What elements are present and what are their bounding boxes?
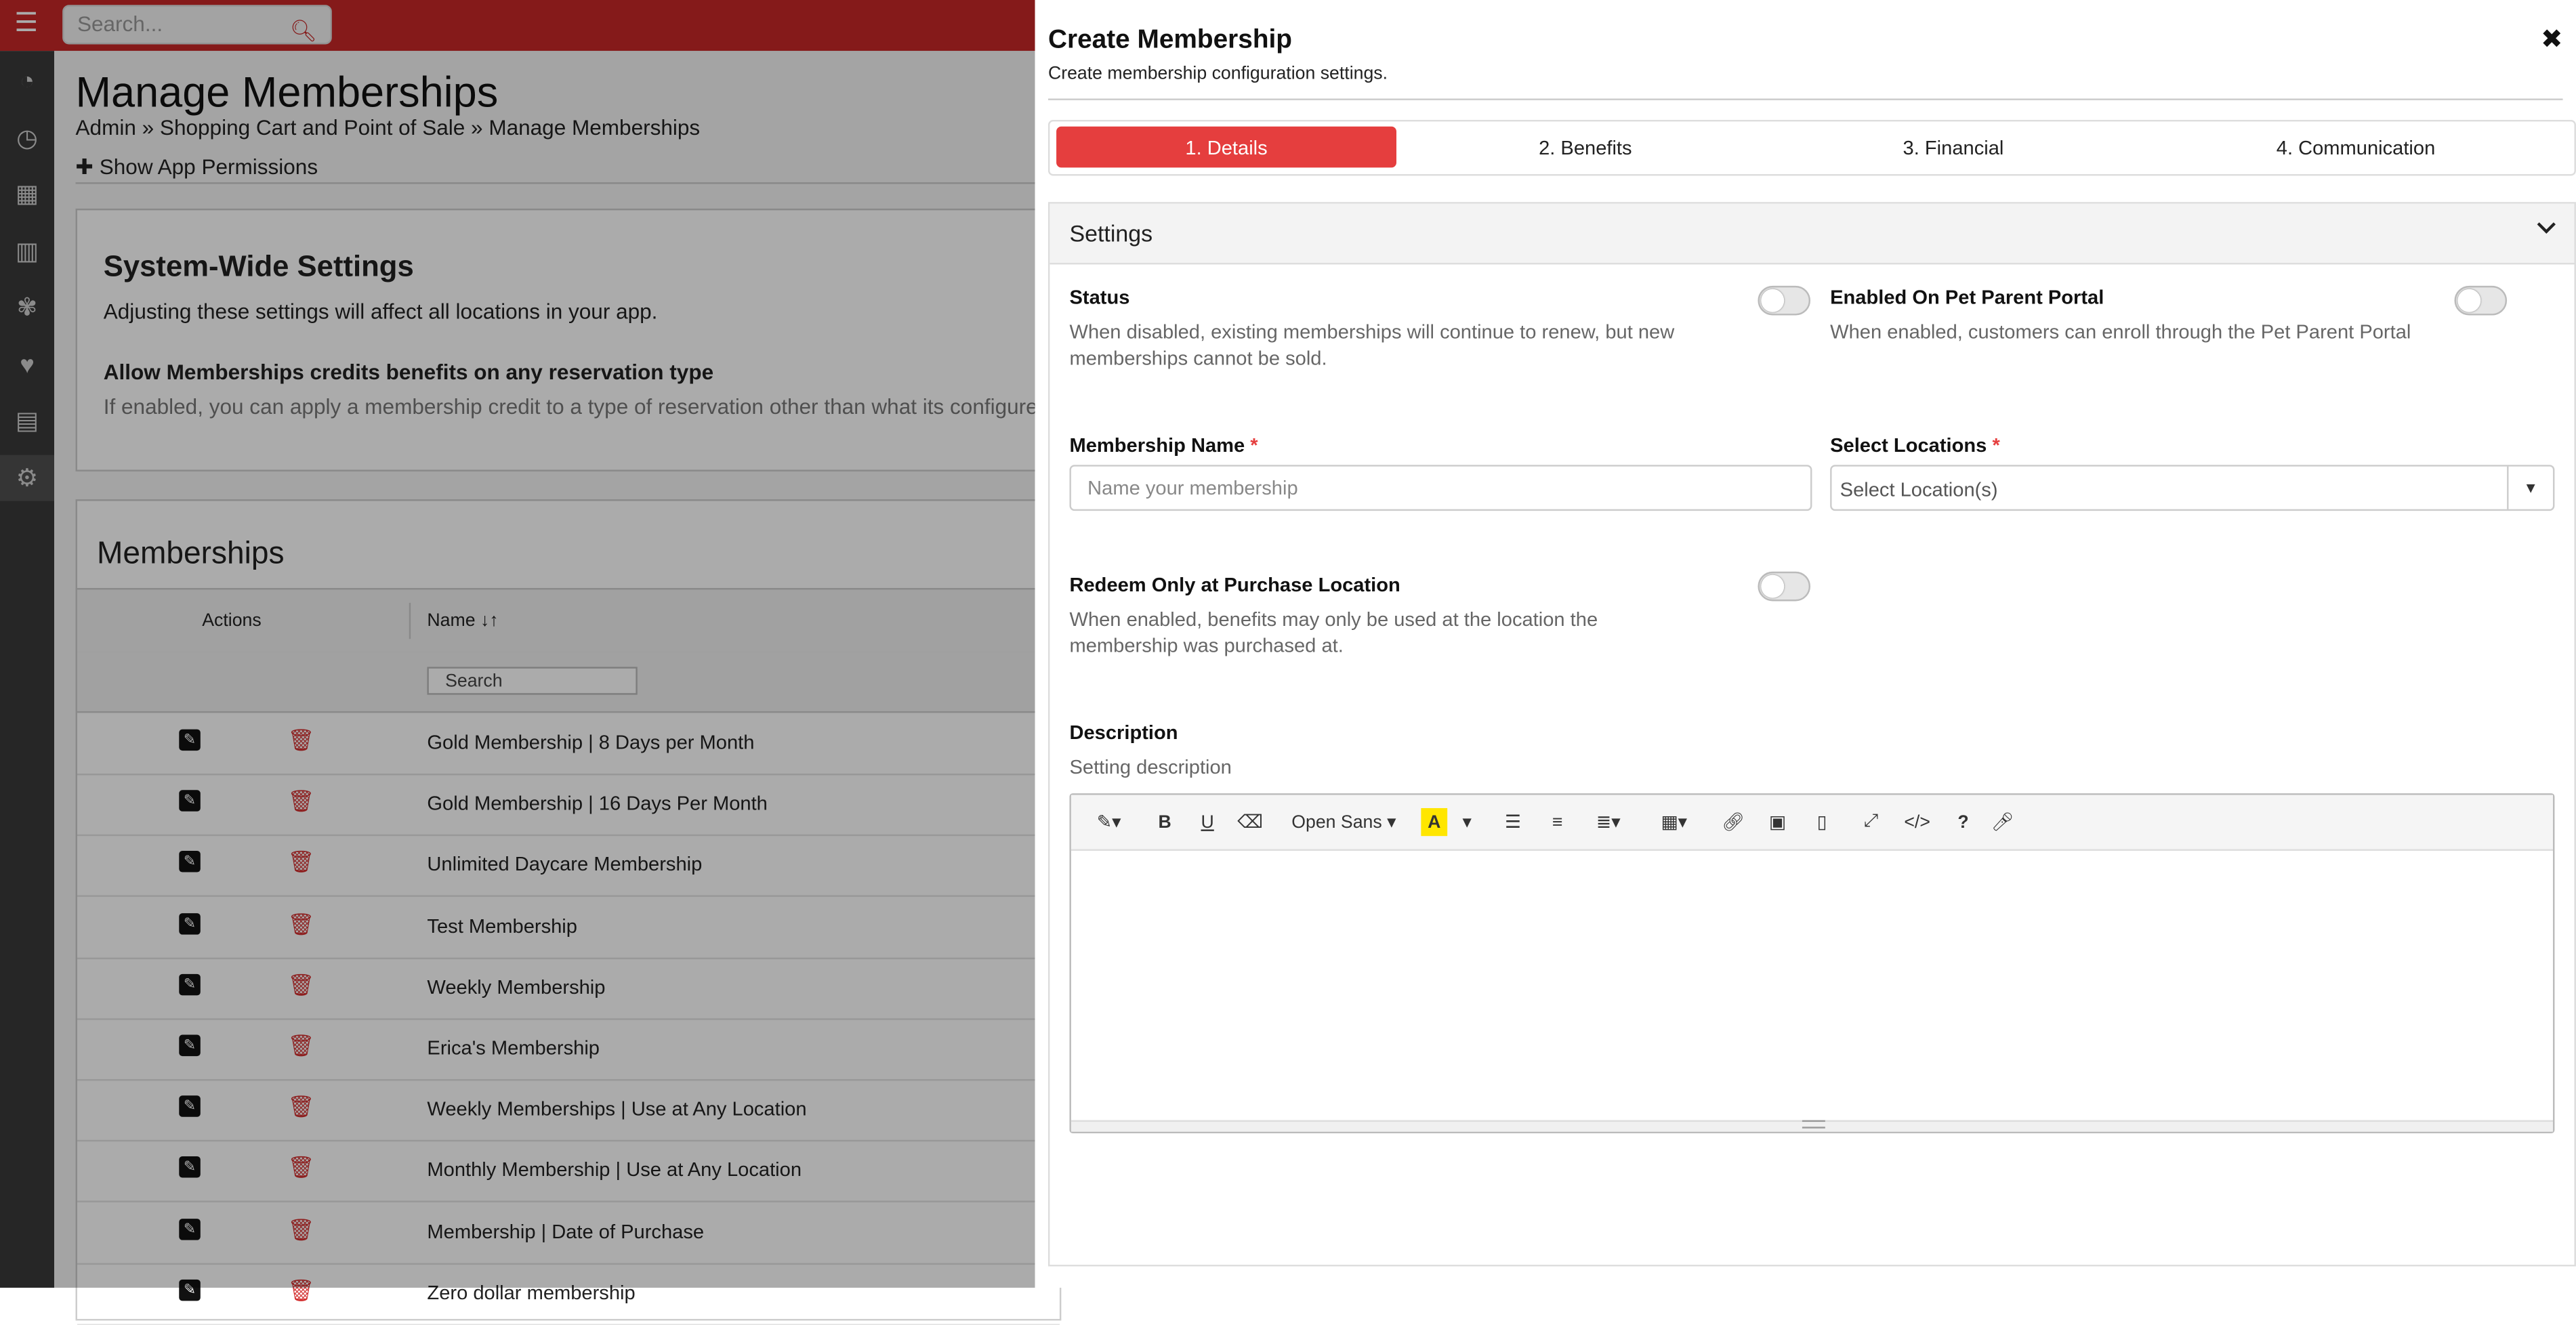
- redeem-toggle[interactable]: [1758, 571, 1811, 602]
- bold-icon[interactable]: B: [1153, 808, 1176, 836]
- numbered-list-icon[interactable]: ≡: [1546, 808, 1569, 836]
- settings-title: Settings: [1069, 219, 1153, 247]
- select-locations-dropdown[interactable]: Select Location(s) ▼: [1830, 465, 2555, 511]
- wizard-steps: 1. Details 2. Benefits 3. Financial 4. C…: [1047, 120, 2576, 176]
- required-mark: *: [1250, 434, 1258, 457]
- step-financial[interactable]: 3. Financial: [1779, 127, 2127, 168]
- microphone-icon[interactable]: 🎤︎: [1991, 808, 2014, 836]
- resize-handle-icon[interactable]: [1802, 1120, 1825, 1129]
- underline-icon[interactable]: U: [1196, 808, 1219, 836]
- description-label: Description: [1069, 721, 1178, 744]
- step-communication[interactable]: 4. Communication: [2160, 127, 2551, 168]
- modal-backdrop[interactable]: [0, 0, 1035, 1288]
- membership-name-label: Membership Name *: [1069, 434, 1258, 457]
- rich-text-editor: ✎▾ B U ⌫ Open Sans ▾ A ▾ ☰ ≡ ≣▾ ▦▾ 🔗︎ ▣ …: [1069, 793, 2555, 1134]
- divider: [1047, 98, 2563, 100]
- bullet-list-icon[interactable]: ☰: [1501, 808, 1524, 836]
- portal-toggle[interactable]: [2454, 285, 2508, 316]
- portal-desc: When enabled, customers can enroll throu…: [1830, 320, 2411, 343]
- select-locations-placeholder: Select Location(s): [1840, 478, 1998, 501]
- editor-toolbar: ✎▾ B U ⌫ Open Sans ▾ A ▾ ☰ ≡ ≣▾ ▦▾ 🔗︎ ▣ …: [1071, 795, 2553, 851]
- align-icon[interactable]: ≣▾: [1590, 808, 1626, 836]
- panel-subtitle: Create membership configuration settings…: [1047, 64, 1388, 84]
- table-icon[interactable]: ▦▾: [1656, 808, 1692, 836]
- required-mark: *: [1992, 434, 2000, 457]
- eraser-icon[interactable]: ⌫: [1237, 808, 1263, 836]
- settings-header[interactable]: Settings: [1050, 203, 2575, 265]
- image-icon[interactable]: ▣: [1766, 808, 1789, 836]
- membership-name-label-text: Membership Name: [1069, 434, 1245, 457]
- font-family-value: Open Sans: [1291, 812, 1382, 833]
- color-caret-icon[interactable]: ▾: [1459, 808, 1475, 836]
- select-locations-label: Select Locations *: [1830, 434, 2000, 457]
- chevron-down-icon[interactable]: [2535, 217, 2558, 245]
- membership-name-input[interactable]: [1069, 465, 1812, 511]
- link-icon[interactable]: 🔗︎: [1722, 808, 1745, 836]
- fullscreen-icon[interactable]: ⤢: [1860, 808, 1883, 836]
- redeem-label: Redeem Only at Purchase Location: [1069, 573, 1400, 597]
- font-family-dropdown[interactable]: Open Sans ▾: [1288, 808, 1400, 836]
- settings-section: Settings Status When disabled, existing …: [1047, 202, 2576, 1267]
- status-desc: When disabled, existing memberships will…: [1069, 320, 1675, 370]
- help-icon[interactable]: ?: [1952, 808, 1975, 836]
- create-membership-panel: Create Membership Create membership conf…: [1035, 0, 2576, 1288]
- redeem-desc: When enabled, benefits may only be used …: [1069, 608, 1598, 657]
- step-details[interactable]: 1. Details: [1056, 126, 1396, 168]
- text-color-icon[interactable]: A: [1421, 807, 1448, 837]
- panel-title: Create Membership: [1047, 26, 1293, 55]
- code-view-icon[interactable]: </>: [1904, 808, 1930, 836]
- status-label: Status: [1069, 285, 1130, 309]
- step-benefits[interactable]: 2. Benefits: [1415, 127, 1756, 168]
- close-icon[interactable]: ✖: [2541, 23, 2563, 56]
- caret-down-icon[interactable]: ▼: [2507, 466, 2553, 509]
- select-locations-label-text: Select Locations: [1830, 434, 1987, 457]
- portal-label: Enabled On Pet Parent Portal: [1830, 285, 2104, 309]
- magic-wand-icon[interactable]: ✎▾: [1091, 808, 1127, 836]
- status-toggle[interactable]: [1758, 285, 1811, 316]
- file-icon[interactable]: ▯: [1810, 808, 1833, 836]
- description-hint: Setting description: [1069, 755, 1232, 779]
